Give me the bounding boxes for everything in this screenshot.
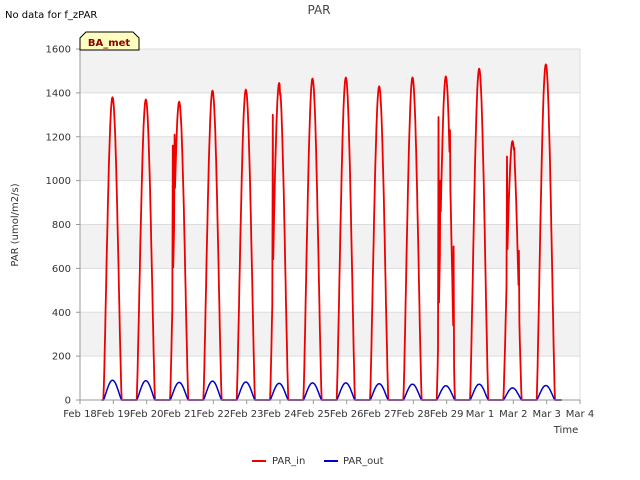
- y-tick-label: 200: [52, 352, 71, 363]
- x-tick-label: Feb 27: [363, 409, 397, 420]
- x-tick-label: Feb 20: [130, 409, 164, 420]
- y-tick-label: 400: [52, 308, 71, 319]
- y-tick-label: 600: [52, 264, 71, 275]
- legend-label-par-out: PAR_out: [343, 456, 384, 467]
- legend: PAR_in PAR_out: [252, 456, 384, 467]
- x-axis-label: Time: [553, 425, 578, 436]
- badge-label: BA_met: [88, 38, 131, 49]
- y-tick-label: 1600: [46, 45, 71, 56]
- x-tick-label: Feb 29: [430, 409, 464, 420]
- y-tick-label: 800: [52, 220, 71, 231]
- no-data-note: No data for f_zPAR: [5, 10, 97, 21]
- y-tick-label: 0: [65, 396, 71, 407]
- x-tick-label: Feb 19: [97, 409, 131, 420]
- x-tick-label: Feb 23: [230, 409, 264, 420]
- y-axis-label: PAR (umol/m2/s): [10, 183, 21, 266]
- y-tick-label: 1400: [46, 88, 71, 99]
- plot-band: [80, 49, 580, 93]
- plot-band: [80, 136, 580, 181]
- x-tick-label: Feb 26: [330, 409, 364, 420]
- x-tick-label: Feb 21: [163, 409, 197, 420]
- x-tick-label: Mar 2: [499, 409, 527, 420]
- legend-label-par-in: PAR_in: [272, 456, 305, 467]
- chart-title: PAR: [307, 3, 330, 17]
- par-chart: 0 200 400 600 800 1000 1200 1400 1600 Feb 18 Feb 1…: [5, 3, 594, 467]
- x-tick-label: Feb 25: [297, 409, 331, 420]
- x-tick-label: Feb 28: [397, 409, 431, 420]
- plot-band: [80, 224, 580, 269]
- x-tick-label: Feb 18: [63, 409, 97, 420]
- y-tick-label: 1000: [46, 176, 71, 187]
- x-tick-label: Mar 4: [566, 409, 594, 420]
- x-tick-label: Mar 3: [532, 409, 560, 420]
- site-badge: BA_met: [79, 31, 140, 51]
- x-tick-label: Feb 22: [197, 409, 231, 420]
- x-tick-label: Feb 24: [263, 409, 297, 420]
- x-tick-label: Mar 1: [466, 409, 494, 420]
- plot-background: [80, 49, 580, 357]
- y-tick-label: 1200: [46, 132, 71, 143]
